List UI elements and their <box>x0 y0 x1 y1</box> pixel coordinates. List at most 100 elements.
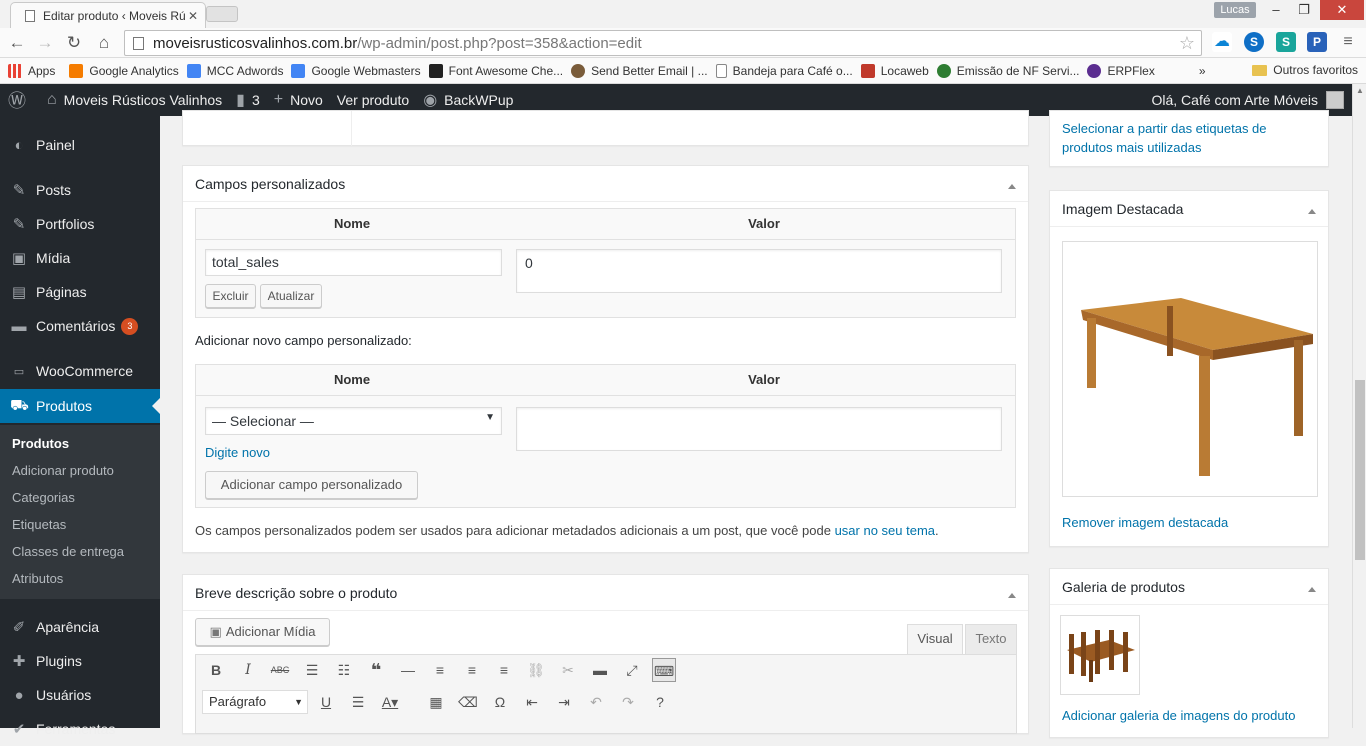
underline-icon[interactable]: U <box>314 690 338 714</box>
new-content-link[interactable]: + Novo <box>274 91 323 109</box>
site-name-link[interactable]: ⌂ Moveis Rústicos Valinhos <box>47 91 222 109</box>
menu-plugins[interactable]: ✚ Plugins <box>0 644 160 678</box>
blockquote-icon[interactable]: ❝ <box>364 658 388 682</box>
undo-icon[interactable]: ↶ <box>584 690 608 714</box>
horizontal-line-icon[interactable]: — <box>396 658 420 682</box>
format-select[interactable]: Parágrafo ▼ <box>202 690 308 714</box>
s-extension-icon[interactable]: S <box>1276 32 1296 52</box>
enter-new-link[interactable]: Digite novo <box>205 445 270 460</box>
menu-aparencia[interactable]: ✐ Aparência <box>0 610 160 644</box>
bookmark-apps[interactable]: Apps <box>8 63 55 78</box>
collapse-toggle-icon[interactable] <box>1308 583 1316 592</box>
bookmark-bandeja[interactable]: Bandeja para Café o... <box>715 63 853 78</box>
italic-icon[interactable]: I <box>236 658 260 682</box>
update-button[interactable]: Atualizar <box>260 284 322 308</box>
submenu-atributos[interactable]: Atributos <box>12 571 63 586</box>
bookmark-star-icon[interactable]: ☆ <box>1179 33 1195 54</box>
menu-usuarios[interactable]: ● Usuários <box>0 678 160 712</box>
other-bookmarks[interactable]: Outros favoritos <box>1252 63 1358 77</box>
bookmark-send-better-email[interactable]: Send Better Email | ... <box>571 63 708 78</box>
backwpup-link[interactable]: ◉ BackWPup <box>423 90 513 110</box>
tab-visual[interactable]: Visual <box>907 624 963 654</box>
justify-icon[interactable]: ☰ <box>346 690 370 714</box>
menu-portfolios[interactable]: ✎ Portfolios <box>0 207 160 241</box>
menu-comentarios[interactable]: ▬ Comentários 3 <box>0 309 160 343</box>
gallery-thumbnail[interactable] <box>1060 615 1140 695</box>
menu-icon[interactable]: ≡ <box>1338 32 1358 52</box>
toolbar-toggle-icon[interactable]: ⌨ <box>652 658 676 682</box>
add-gallery-images-link[interactable]: Adicionar galeria de imagens do produto <box>1062 708 1295 723</box>
align-right-icon[interactable]: ≡ <box>492 658 516 682</box>
featured-image-title[interactable]: Imagem Destacada <box>1050 191 1328 227</box>
bookmark-google-analytics[interactable]: Google Analytics <box>69 63 179 78</box>
menu-paginas[interactable]: ▤ Páginas <box>0 275 160 309</box>
numbered-list-icon[interactable]: ☷ <box>332 658 356 682</box>
collapse-toggle-icon[interactable] <box>1008 589 1016 598</box>
menu-midia[interactable]: ▣ Mídia <box>0 241 160 275</box>
skype-extension-icon[interactable]: S <box>1244 32 1264 52</box>
strikethrough-icon[interactable]: ABC <box>268 658 292 682</box>
bookmark-nf[interactable]: Emissão de NF Servi... <box>936 63 1079 78</box>
field-value-textarea[interactable]: 0 <box>516 249 1002 293</box>
align-center-icon[interactable]: ≡ <box>460 658 484 682</box>
field-key-select[interactable]: — Selecionar — ▼ <box>205 407 502 435</box>
bookmark-google-webmasters[interactable]: Google Webmasters <box>291 63 421 78</box>
bookmark-locaweb[interactable]: Locaweb <box>860 63 929 78</box>
wordpress-logo[interactable]: Ⓦ <box>8 87 33 113</box>
use-in-theme-link[interactable]: usar no seu tema <box>835 523 935 538</box>
page-scrollbar[interactable]: ▲ <box>1352 84 1366 728</box>
clear-formatting-icon[interactable]: ⌫ <box>456 690 480 714</box>
new-field-value-textarea[interactable] <box>516 407 1002 451</box>
maximize-button[interactable]: ❐ <box>1290 0 1318 20</box>
collapse-toggle-icon[interactable] <box>1008 180 1016 189</box>
menu-woocommerce[interactable]: ▭ WooCommerce <box>0 354 160 388</box>
special-character-icon[interactable]: Ω <box>488 690 512 714</box>
help-icon[interactable]: ? <box>648 690 672 714</box>
field-name-input[interactable]: total_sales <box>205 249 502 276</box>
bookmarks-more-button[interactable]: » <box>1199 64 1206 78</box>
scrollbar-thumb[interactable] <box>1355 380 1365 560</box>
align-left-icon[interactable]: ≡ <box>428 658 452 682</box>
tab-text[interactable]: Texto <box>965 624 1017 654</box>
menu-posts[interactable]: ✎ Posts <box>0 173 160 207</box>
most-used-tags-link[interactable]: Selecionar a partir das etiquetas de pro… <box>1062 119 1302 157</box>
collapse-toggle-icon[interactable] <box>1308 205 1316 214</box>
submenu-classes-de-entrega[interactable]: Classes de entrega <box>12 544 124 559</box>
gallery-title[interactable]: Galeria de produtos <box>1050 569 1328 605</box>
bookmark-mcc-adwords[interactable]: MCC Adwords <box>186 63 283 78</box>
view-product-link[interactable]: Ver produto <box>337 92 409 108</box>
text-color-icon[interactable]: A▾ <box>378 690 402 714</box>
custom-fields-title[interactable]: Campos personalizados <box>183 166 1028 202</box>
featured-image[interactable] <box>1062 241 1318 497</box>
paste-text-icon[interactable]: ▦ <box>424 690 448 714</box>
delete-button[interactable]: Excluir <box>205 284 256 308</box>
submenu-etiquetas[interactable]: Etiquetas <box>12 517 66 532</box>
add-custom-field-button[interactable]: Adicionar campo personalizado <box>205 471 418 499</box>
close-tab-icon[interactable]: ✕ <box>185 9 201 23</box>
menu-produtos[interactable]: ⛟ Produtos <box>0 389 160 423</box>
redo-icon[interactable]: ↷ <box>616 690 640 714</box>
back-icon[interactable]: ← <box>6 32 28 54</box>
bold-icon[interactable]: B <box>204 658 228 682</box>
submenu-adicionar-produto[interactable]: Adicionar produto <box>12 463 114 478</box>
outdent-icon[interactable]: ⇤ <box>520 690 544 714</box>
menu-ferramentas[interactable]: ✔ Ferramentas <box>0 712 160 746</box>
bookmark-erpflex[interactable]: ERPFlex <box>1087 63 1155 78</box>
forward-icon[interactable]: → <box>34 32 56 54</box>
p-extension-icon[interactable]: P <box>1307 32 1327 52</box>
minimize-button[interactable]: – <box>1262 0 1290 20</box>
unlink-icon[interactable]: ✂ <box>556 658 580 682</box>
cloud-extension-icon[interactable]: ☁ <box>1212 32 1232 52</box>
comments-link[interactable]: ▮ 3 <box>236 90 260 110</box>
home-icon[interactable]: ⌂ <box>93 32 115 54</box>
menu-painel[interactable]: ◐ Painel <box>0 128 160 162</box>
add-media-button[interactable]: ▣ Adicionar Mídia <box>195 618 330 646</box>
short-description-title[interactable]: Breve descrição sobre o produto <box>183 575 1028 611</box>
profile-button[interactable]: Lucas <box>1214 2 1256 18</box>
indent-icon[interactable]: ⇥ <box>552 690 576 714</box>
submenu-produtos[interactable]: Produtos <box>12 436 69 451</box>
close-window-button[interactable]: ✕ <box>1320 0 1364 20</box>
browser-tab[interactable]: Editar produto ‹ Moveis Rú ✕ <box>10 2 206 28</box>
fullscreen-icon[interactable]: ⤢ <box>620 658 644 682</box>
reload-icon[interactable]: ↻ <box>63 32 85 54</box>
